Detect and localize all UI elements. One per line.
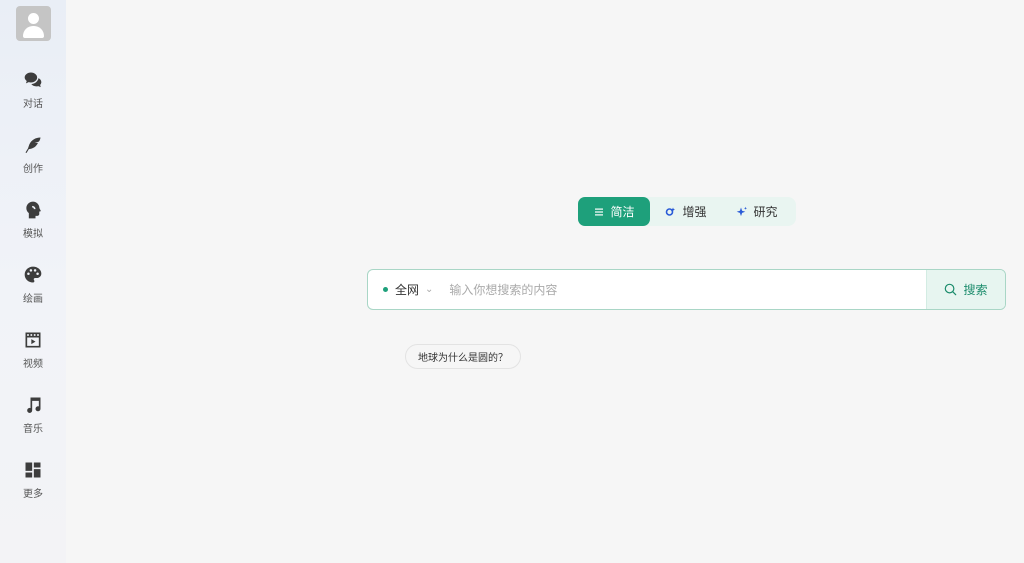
sidebar-item-label: 模拟	[23, 229, 43, 240]
video-clapper-icon	[25, 332, 41, 348]
sidebar: 对话 创作 模拟 绘画 视频 音乐 更多	[0, 0, 66, 563]
sidebar-item-create[interactable]: 创作	[3, 127, 63, 192]
sidebar-item-video[interactable]: 视频	[3, 322, 63, 387]
sidebar-item-label: 对话	[23, 99, 43, 110]
search-box: 全网 ⌄ 搜索	[367, 269, 1006, 310]
head-profile-icon	[26, 201, 41, 219]
mode-concise-label: 简洁	[610, 205, 635, 219]
feather-icon	[25, 137, 41, 153]
chevron-down-icon: ⌄	[425, 284, 434, 295]
sidebar-item-simulate[interactable]: 模拟	[3, 192, 63, 257]
music-note-icon	[27, 397, 41, 413]
search-scope-dropdown[interactable]: 全网 ⌄	[368, 281, 433, 298]
mode-enhanced-button[interactable]: 增强	[650, 197, 722, 226]
suggestion-chip[interactable]: 地球为什么是圆的？	[405, 344, 521, 369]
search-scope-label: 全网	[395, 283, 420, 297]
suggestion-chip-label: 地球为什么是圆的？	[418, 353, 508, 364]
grid-icon	[25, 462, 41, 478]
mode-research-label: 研究	[753, 205, 778, 219]
search-input[interactable]	[449, 270, 926, 309]
user-avatar[interactable]	[15, 6, 51, 41]
list-icon	[595, 208, 604, 215]
sparkle-icon	[737, 206, 748, 216]
sidebar-nav: 对话 创作 模拟 绘画 视频 音乐 更多	[3, 62, 63, 517]
search-icon	[945, 283, 957, 296]
avatar-head	[27, 13, 39, 24]
avatar-body	[22, 26, 44, 38]
sidebar-item-label: 视频	[23, 359, 43, 370]
chat-bubbles-icon	[24, 72, 42, 88]
mode-research-button[interactable]: 研究	[722, 197, 792, 226]
sidebar-item-more[interactable]: 更多	[3, 452, 63, 517]
sidebar-item-chat[interactable]: 对话	[3, 62, 63, 127]
sidebar-item-label: 创作	[23, 164, 43, 175]
search-button[interactable]: 搜索	[926, 270, 1005, 309]
mode-enhanced-label: 增强	[682, 205, 707, 219]
scope-indicator-dot	[383, 287, 388, 292]
sidebar-item-label: 音乐	[23, 424, 43, 435]
search-mode-selector: 简洁 增强 研究	[578, 197, 796, 226]
palette-icon	[24, 266, 42, 283]
sidebar-item-label: 更多	[23, 489, 43, 500]
mode-concise-button[interactable]: 简洁	[578, 197, 650, 226]
search-button-label: 搜索	[963, 283, 988, 297]
sidebar-item-label: 绘画	[23, 294, 43, 305]
sidebar-item-music[interactable]: 音乐	[3, 387, 63, 452]
enhance-icon	[666, 207, 676, 216]
sidebar-item-paint[interactable]: 绘画	[3, 257, 63, 322]
